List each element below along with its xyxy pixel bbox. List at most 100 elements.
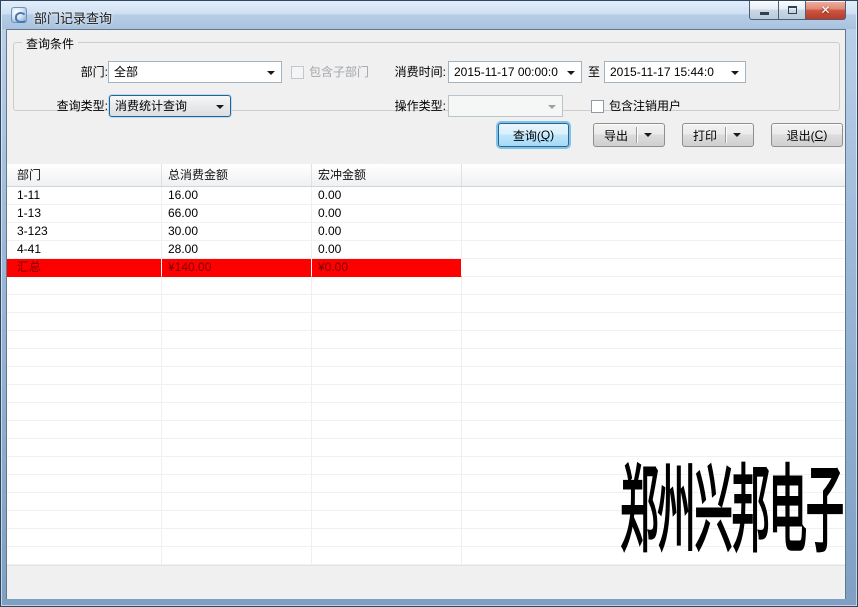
window-controls: ✕ <box>749 1 846 20</box>
empty-row <box>7 385 845 403</box>
client-area: 查询条件 部门: 全部 包含子部门 消费时间: 2015-11-17 00:00… <box>6 29 846 599</box>
minimize-icon <box>760 12 769 15</box>
department-value: 全部 <box>114 65 138 79</box>
app-window: 部门记录查询 ✕ 查询条件 部门: 全部 包含子部门 消费时间: <box>0 0 858 607</box>
query-type-select[interactable]: 消费统计查询 <box>109 95 231 117</box>
summary-row[interactable]: 汇总¥140.00¥0.00 <box>7 259 845 277</box>
cell <box>462 385 845 403</box>
operation-type-label: 操作类型: <box>374 98 446 114</box>
cell: 66.00 <box>162 205 312 223</box>
chevron-down-icon <box>731 71 739 75</box>
empty-row <box>7 367 845 385</box>
time-from-select[interactable]: 2015-11-17 00:00:0 <box>448 61 582 83</box>
empty-row <box>7 313 845 331</box>
table-row[interactable]: 1-1366.000.00 <box>7 205 845 223</box>
table-row[interactable]: 1-1116.000.00 <box>7 187 845 205</box>
exit-button[interactable]: 退出(C) <box>771 123 843 147</box>
chevron-down-icon <box>567 71 575 75</box>
cell <box>162 367 312 385</box>
time-to-value: 2015-11-17 15:44:0 <box>610 65 714 79</box>
cell <box>462 349 845 367</box>
query-conditions-groupbox: 查询条件 部门: 全部 包含子部门 消费时间: 2015-11-17 00:00… <box>13 42 840 111</box>
cell <box>7 331 162 349</box>
chevron-down-icon <box>267 71 275 75</box>
column-header-department[interactable]: 部门 <box>7 164 162 186</box>
export-button[interactable]: 导出 <box>593 123 665 147</box>
cell: 0.00 <box>312 187 462 205</box>
time-to-select[interactable]: 2015-11-17 15:44:0 <box>604 61 746 83</box>
cell <box>312 331 462 349</box>
cell: 3-123 <box>7 223 162 241</box>
include-subdepartment-label: 包含子部门 <box>309 64 369 80</box>
cell <box>462 331 845 349</box>
cell: 汇总 <box>7 259 162 277</box>
cell <box>312 457 462 475</box>
cell <box>312 367 462 385</box>
cell <box>162 313 312 331</box>
maximize-icon <box>788 6 797 14</box>
groupbox-title: 查询条件 <box>22 35 78 52</box>
cell <box>7 493 162 511</box>
table-header[interactable]: 部门 总消费金额 宏冲金额 <box>7 164 845 187</box>
title-bar[interactable]: 部门记录查询 ✕ <box>2 1 856 29</box>
results-table[interactable]: 部门 总消费金额 宏冲金额 1-1116.000.001-1366.000.00… <box>7 164 845 565</box>
table-row[interactable]: 3-12330.000.00 <box>7 223 845 241</box>
cell <box>7 313 162 331</box>
cell <box>312 547 462 565</box>
column-header-empty <box>462 164 845 186</box>
time-from-value: 2015-11-17 00:00:0 <box>454 65 558 79</box>
cell: 28.00 <box>162 241 312 259</box>
maximize-button[interactable] <box>778 1 806 20</box>
empty-row <box>7 331 845 349</box>
include-subdepartment-checkbox[interactable] <box>291 66 304 79</box>
cell <box>162 421 312 439</box>
chevron-down-icon <box>216 105 224 109</box>
include-cancelled-users-label: 包含注销用户 <box>609 98 681 114</box>
cell <box>312 403 462 421</box>
cell <box>162 547 312 565</box>
cell: 30.00 <box>162 223 312 241</box>
cell <box>462 439 845 457</box>
cell <box>162 475 312 493</box>
table-row[interactable]: 4-4128.000.00 <box>7 241 845 259</box>
cell <box>312 385 462 403</box>
column-header-flush-amount[interactable]: 宏冲金额 <box>312 164 462 186</box>
empty-row <box>7 421 845 439</box>
print-button[interactable]: 打印 <box>682 123 754 147</box>
cell <box>162 331 312 349</box>
empty-row <box>7 277 845 295</box>
close-button[interactable]: ✕ <box>806 1 846 20</box>
cell <box>462 241 845 259</box>
cell <box>162 439 312 457</box>
cell: ¥0.00 <box>312 259 462 277</box>
cell <box>312 475 462 493</box>
export-button-label: 导出 <box>604 127 628 144</box>
cell <box>162 295 312 313</box>
column-header-total-amount[interactable]: 总消费金额 <box>162 164 312 186</box>
include-cancelled-users-checkbox[interactable] <box>591 100 604 113</box>
cell <box>162 511 312 529</box>
cell: 0.00 <box>312 205 462 223</box>
cell: 0.00 <box>312 223 462 241</box>
chevron-down-icon <box>733 133 741 137</box>
cell <box>7 421 162 439</box>
cell <box>462 367 845 385</box>
cell <box>162 529 312 547</box>
operation-type-select[interactable] <box>448 95 563 117</box>
cell <box>162 385 312 403</box>
query-button-label: 查询( <box>513 127 541 144</box>
department-select[interactable]: 全部 <box>108 61 282 83</box>
query-button[interactable]: 查询(Q) <box>498 123 569 147</box>
query-button-label-suffix: ) <box>550 128 554 142</box>
minimize-button[interactable] <box>749 1 778 20</box>
cell <box>7 511 162 529</box>
cell <box>7 529 162 547</box>
cell: ¥140.00 <box>162 259 312 277</box>
cell <box>462 187 845 205</box>
cell <box>462 205 845 223</box>
cell <box>312 277 462 295</box>
query-button-mnemonic: Q <box>541 128 550 142</box>
cell <box>162 493 312 511</box>
chevron-down-icon <box>548 105 556 109</box>
cell <box>312 529 462 547</box>
